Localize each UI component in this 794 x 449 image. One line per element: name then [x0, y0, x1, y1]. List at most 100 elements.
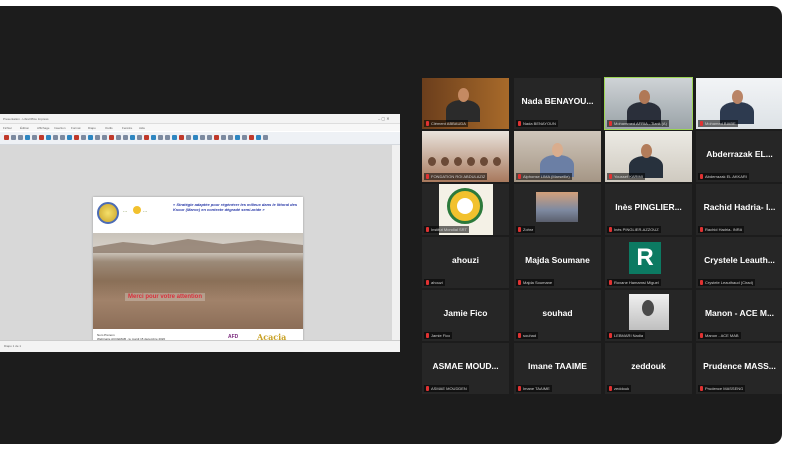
participant-tile[interactable]: Nada BENAYOU... Nada BENAYOUN: [514, 78, 601, 129]
participant-tile[interactable]: Mohamed BIABE: [696, 78, 782, 129]
toolbar-button-icon[interactable]: [81, 135, 86, 140]
toolbar-button-icon[interactable]: [242, 135, 247, 140]
toolbar-button-icon[interactable]: [235, 135, 240, 140]
toolbar-button-icon[interactable]: [200, 135, 205, 140]
slide-header: ... ... « Stratégie adaptée pour régénér…: [93, 197, 303, 233]
menu-item[interactable]: Outils: [105, 126, 113, 130]
participant-label-text: souhad: [523, 333, 537, 338]
participant-tile[interactable]: souhad souhad: [514, 290, 601, 341]
participant-tile[interactable]: ahouzi ahouzi: [422, 237, 509, 288]
toolbar-button-icon[interactable]: [25, 135, 30, 140]
toolbar-button-icon[interactable]: [32, 135, 37, 140]
toolbar-button-icon[interactable]: [221, 135, 226, 140]
participant-tile[interactable]: Clément ABBAUDA: [422, 78, 509, 129]
mic-muted-icon: [609, 280, 612, 285]
participant-tile[interactable]: Imane TAAIME Imane TAAIME: [514, 343, 601, 394]
toolbar-button-icon[interactable]: [144, 135, 149, 140]
vertical-scrollbar[interactable]: [392, 145, 400, 340]
participant-tile[interactable]: Youssef KARIMI: [605, 131, 692, 182]
participant-label-text: Imane TAAIME: [523, 386, 550, 391]
mic-muted-icon: [518, 280, 521, 285]
menu-item[interactable]: Aide: [139, 126, 145, 130]
toolbar-button-icon[interactable]: [165, 135, 170, 140]
participant-tile[interactable]: Abderrazak EL... Abderrazak EL AKKARI: [696, 131, 782, 182]
toolbar-button-icon[interactable]: [109, 135, 114, 140]
participant-name: Crystele Leauth...: [704, 255, 775, 265]
toolbar-button-icon[interactable]: [214, 135, 219, 140]
participant-label-text: Nada BENAYOUN: [523, 121, 556, 126]
participant-tile[interactable]: Crystele Leauth... Crystele Leauthaud (Ci…: [696, 237, 782, 288]
participant-tile[interactable]: Majda Soumane Majda Soumane: [514, 237, 601, 288]
toolbar-button-icon[interactable]: [137, 135, 142, 140]
toolbar-button-icon[interactable]: [123, 135, 128, 140]
toolbar-button-icon[interactable]: [39, 135, 44, 140]
menu-item[interactable]: Édition: [20, 126, 29, 130]
participant-tile[interactable]: Mohammed AFRIA - Tiznit (A): [604, 77, 693, 130]
participant-label: Abderrazak EL AKKARI: [698, 173, 749, 180]
menu-item[interactable]: Affichage: [37, 126, 49, 130]
toolbar-button-icon[interactable]: [102, 135, 107, 140]
participant-label: Manon - ACE MAB: [698, 332, 741, 339]
toolbar-button-icon[interactable]: [207, 135, 212, 140]
toolbar-button-icon[interactable]: [179, 135, 184, 140]
toolbar-button-icon[interactable]: [18, 135, 23, 140]
mic-muted-icon: [700, 174, 703, 179]
toolbar-button-icon[interactable]: [249, 135, 254, 140]
toolbar-button-icon[interactable]: [60, 135, 65, 140]
toolbar-button-icon[interactable]: [256, 135, 261, 140]
menu-item[interactable]: Fenêtre: [122, 126, 132, 130]
participant-tile[interactable]: R Roxane Hamamsi Miguel: [605, 237, 692, 288]
participant-name: Abderrazak EL...: [706, 149, 773, 159]
toolbar-button-icon[interactable]: [130, 135, 135, 140]
participant-tile[interactable]: Rachid Hadria- I... Rachid Hadria- INRA: [696, 184, 782, 235]
participant-name: Nada BENAYOU...: [521, 96, 594, 106]
shared-screen[interactable]: Presentation - LibreOffice Impress – ▢ ✕…: [0, 114, 400, 352]
participant-tile[interactable]: Zohra: [514, 184, 601, 235]
mic-muted-icon: [426, 386, 429, 391]
toolbar-button-icon[interactable]: [158, 135, 163, 140]
slide: ... ... « Stratégie adaptée pour régénér…: [93, 197, 303, 352]
app-toolbar: [0, 132, 400, 145]
toolbar-button-icon[interactable]: [11, 135, 16, 140]
toolbar-button-icon[interactable]: [95, 135, 100, 140]
participant-name: souhad: [542, 308, 573, 318]
svg-text:...: ...: [123, 208, 127, 214]
participant-tile[interactable]: Manon - ACE M... Manon - ACE MAB: [696, 290, 782, 341]
participant-tile[interactable]: Prudence MASS... Prudence MASSENG: [696, 343, 782, 394]
participant-tile[interactable]: ASMAE MOUD... ASMAE MOUDDEN: [422, 343, 509, 394]
toolbar-button-icon[interactable]: [193, 135, 198, 140]
participant-tile[interactable]: FONDATION ROI ABDULAZIZ: [422, 131, 509, 182]
toolbar-button-icon[interactable]: [186, 135, 191, 140]
menu-item[interactable]: Insertion: [54, 126, 66, 130]
participant-label: Nada BENAYOUN: [516, 120, 558, 127]
menu-item[interactable]: Diapo: [88, 126, 96, 130]
participant-tile[interactable]: Alphonse LIMA (Marseille): [514, 131, 601, 182]
toolbar-button-icon[interactable]: [67, 135, 72, 140]
mic-muted-icon: [700, 280, 703, 285]
participant-label: Institut Mondial SRT: [424, 226, 469, 233]
mic-muted-icon: [700, 121, 703, 126]
toolbar-button-icon[interactable]: [46, 135, 51, 140]
toolbar-button-icon[interactable]: [88, 135, 93, 140]
window-controls-icon[interactable]: – ▢ ✕: [378, 116, 390, 121]
toolbar-button-icon[interactable]: [53, 135, 58, 140]
participant-tile[interactable]: Institut Mondial SRT: [422, 184, 509, 235]
toolbar-button-icon[interactable]: [74, 135, 79, 140]
toolbar-button-icon[interactable]: [263, 135, 268, 140]
participant-name: Majda Soumane: [525, 255, 590, 265]
participant-label-text: ASMAE MOUDDEN: [431, 386, 467, 391]
mic-muted-icon: [700, 227, 703, 232]
menu-item[interactable]: Fichier: [3, 126, 12, 130]
participant-tile[interactable]: Jamie Fico Jamie Fico: [422, 290, 509, 341]
toolbar-button-icon[interactable]: [172, 135, 177, 140]
toolbar-button-icon[interactable]: [4, 135, 9, 140]
toolbar-button-icon[interactable]: [151, 135, 156, 140]
participant-tile[interactable]: Inès PINGLIER... Inès PINGLIER-AZZOUZ: [605, 184, 692, 235]
participant-tile[interactable]: zeddouk zeddouk: [605, 343, 692, 394]
toolbar-button-icon[interactable]: [116, 135, 121, 140]
toolbar-button-icon[interactable]: [228, 135, 233, 140]
participant-label: Majda Soumane: [516, 279, 555, 286]
participant-label: LEBMARI Nadia: [607, 332, 646, 339]
participant-tile[interactable]: LEBMARI Nadia: [605, 290, 692, 341]
menu-item[interactable]: Format: [71, 126, 81, 130]
